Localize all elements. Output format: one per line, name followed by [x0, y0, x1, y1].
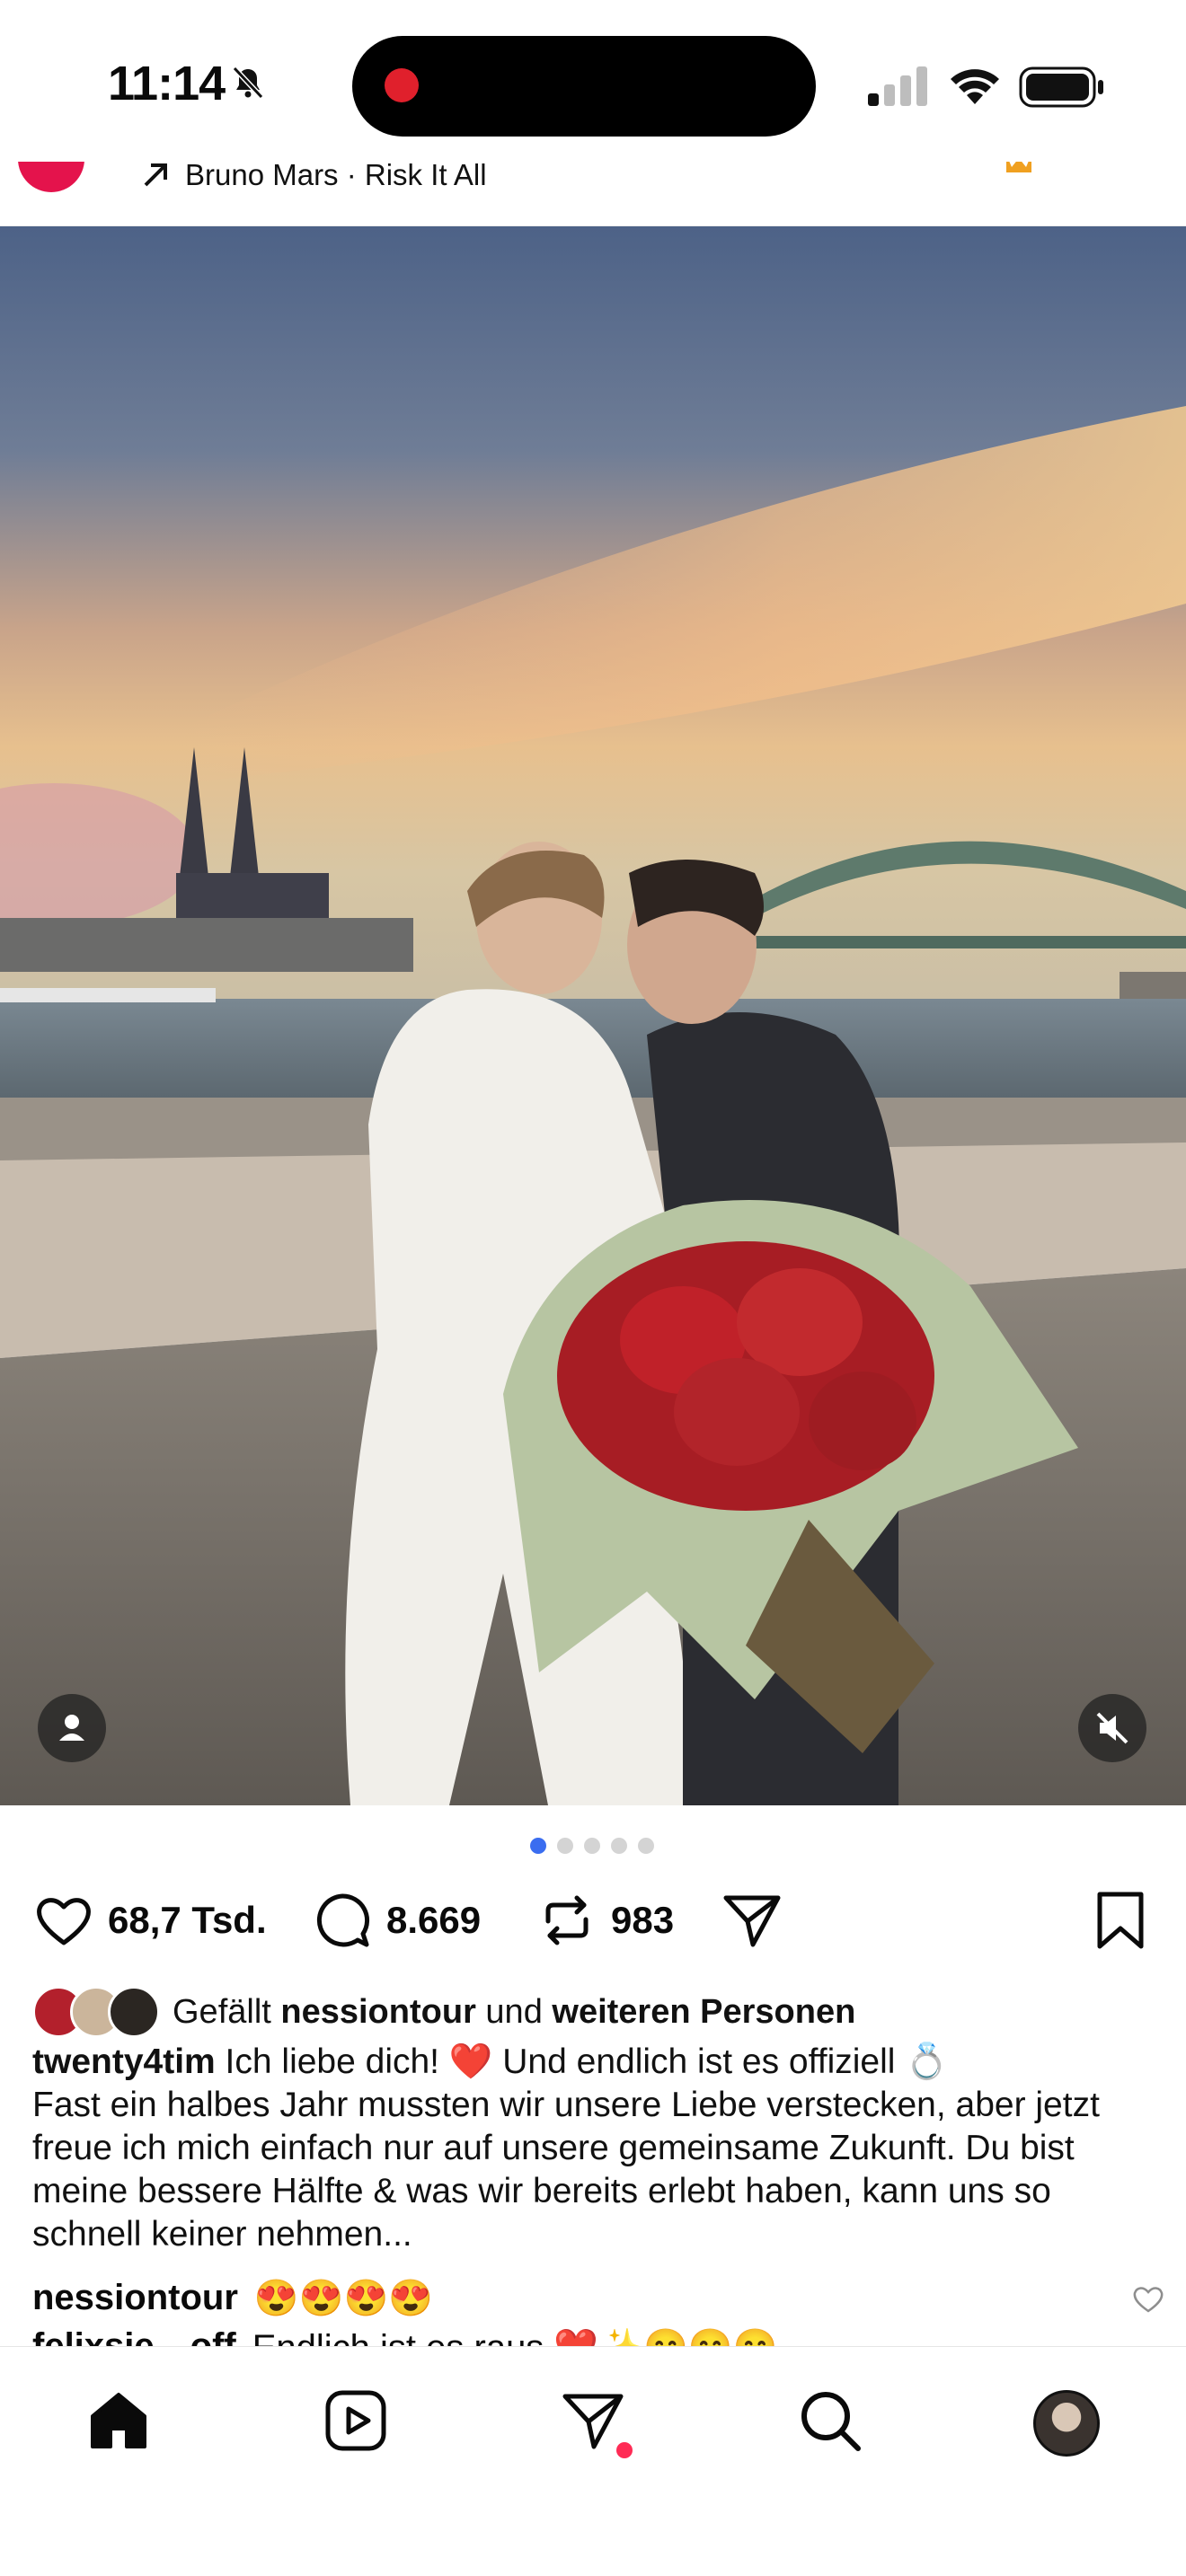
heart-icon: [37, 1898, 91, 1945]
tagged-people-button[interactable]: [38, 1694, 106, 1762]
repost-icon: [545, 1895, 589, 1945]
post-photo[interactable]: [0, 226, 1186, 1805]
liked-by-others[interactable]: weiteren Personen: [552, 1993, 855, 2031]
liked-by-text: Gefällt nessiontour und weiteren Persone…: [173, 1993, 855, 2032]
wifi-icon: [951, 69, 999, 104]
comment-text: Endlich ist es raus ❤️✨😄😄😄: [252, 2326, 778, 2346]
reposts-count: 983: [611, 1899, 675, 1941]
carousel-dot: [638, 1838, 654, 1854]
home-icon: [91, 2393, 146, 2448]
reels-icon: [325, 2390, 386, 2451]
carousel-dot: [557, 1838, 573, 1854]
repost-action[interactable]: 983: [535, 1884, 674, 1956]
comments-count: 8.669: [386, 1899, 482, 1941]
liked-by-user[interactable]: nessiontour: [280, 1993, 475, 2031]
author-avatar[interactable]: [18, 162, 84, 192]
nav-home[interactable]: [81, 2383, 156, 2458]
dynamic-island[interactable]: [352, 36, 816, 137]
carousel-indicator: [530, 1838, 656, 1856]
speaker-muted-icon: [1096, 1712, 1128, 1744]
liker-avatar: [108, 1986, 160, 2038]
comment-row: felixsie…off Endlich ist es raus ❤️✨😄😄😄: [32, 2326, 1164, 2346]
direct-messages-icon: [562, 2394, 624, 2449]
comment-like-icon[interactable]: [1132, 2283, 1164, 2314]
status-bar: 11:14: [0, 0, 1186, 162]
caption-username[interactable]: twenty4tim: [32, 2042, 216, 2081]
liked-by-row[interactable]: Gefällt nessiontour und weiteren Persone…: [32, 1983, 1164, 2041]
badge-icon: [1006, 162, 1031, 172]
nav-search[interactable]: [792, 2383, 868, 2458]
liked-by-prefix: Gefällt: [173, 1992, 271, 2031]
carousel-dot: [584, 1838, 600, 1854]
comment-username[interactable]: felixsie…off: [32, 2326, 236, 2346]
bookmark-icon: [1097, 1892, 1144, 1949]
bottom-nav: [0, 2346, 1186, 2576]
notification-dot: [616, 2442, 633, 2458]
caption-line1: Ich liebe dich! ❤️ Und endlich ist es of…: [225, 2042, 949, 2081]
post-header: Bruno Mars · Risk It All: [0, 162, 1186, 226]
caption-body: Fast ein halbes Jahr mussten wir unsere …: [32, 2086, 1100, 2254]
comment-row: nessiontour 😍😍😍😍: [32, 2271, 1164, 2325]
status-time: 11:14: [108, 57, 226, 110]
signal-icon: [868, 66, 927, 106]
carousel-dot: [611, 1838, 627, 1854]
comment-text: 😍😍😍😍: [253, 2278, 434, 2318]
like-action[interactable]: 68,7 Tsd.: [32, 1884, 267, 1956]
music-label[interactable]: Bruno Mars · Risk It All: [185, 162, 487, 192]
nav-reels[interactable]: [318, 2383, 394, 2458]
send-icon: [723, 1895, 781, 1947]
profile-avatar[interactable]: [1033, 2390, 1100, 2457]
battery-icon: [1019, 66, 1103, 108]
comment-action[interactable]: 8.669: [311, 1884, 481, 1956]
mute-button[interactable]: [1078, 1694, 1146, 1762]
bell-slash-icon: [232, 66, 264, 100]
post-caption: twenty4tim Ich liebe dich! ❤️ Und endlic…: [32, 2041, 1164, 2256]
action-bar: 68,7 Tsd. 8.669 983: [0, 1884, 1186, 1956]
search-icon: [801, 2392, 861, 2451]
save-action[interactable]: [1089, 1884, 1152, 1956]
recording-dot: [385, 68, 419, 102]
liked-by-middle: und: [485, 1992, 543, 2031]
comment-icon: [316, 1893, 370, 1947]
comment-username[interactable]: nessiontour: [32, 2278, 238, 2318]
likes-count: 68,7 Tsd.: [108, 1899, 267, 1941]
carousel-dot-active: [530, 1838, 546, 1854]
photo-scene: [0, 226, 1186, 1805]
arrow-up-right-icon: [144, 163, 167, 187]
person-icon: [59, 1715, 84, 1741]
share-action[interactable]: [721, 1884, 783, 1956]
